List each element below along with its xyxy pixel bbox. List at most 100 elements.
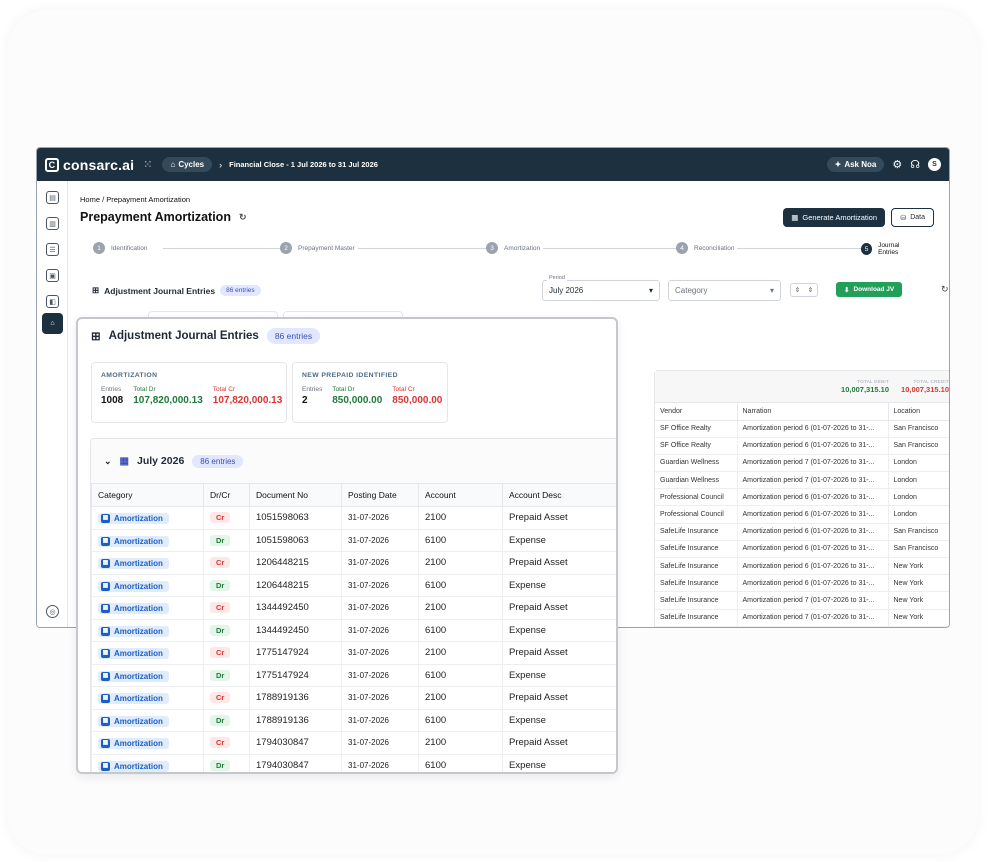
table-cell: Cr [203,686,250,710]
table-row[interactable]: Guardian Wellness Amortization period 7 (… [655,454,949,473]
column-header[interactable]: Document No [249,483,342,507]
category-select[interactable]: Category ▾ [668,280,781,301]
table-cell: Prepaid Asset [502,596,616,620]
table-cell: SafeLife Insurance [655,574,738,593]
table-cell: SafeLife Insurance [655,540,738,559]
table-cell: New York [888,557,949,576]
table-row[interactable]: SF Office Realty Amortization period 6 (0… [655,420,949,438]
table-row[interactable]: ▦ Amortization Cr 1344492450 31-07-2026 2100 P… [91,596,616,620]
logo[interactable]: C consarc.ai [45,157,134,173]
table-row[interactable]: Professional Council Amortization period … [655,505,949,524]
category-label: Amortization [114,739,163,749]
entries-value: 1008 [101,395,124,406]
table-cell: 31-07-2026 [341,528,419,552]
sidebar-document-icon[interactable]: ◧ [46,295,59,308]
table-row[interactable]: SafeLife Insurance Amortization period 6 … [655,574,949,593]
entries-badge: 86 entries [266,328,321,344]
cell-text: 31-07-2026 [348,738,389,748]
cell-text: Expense [509,624,546,636]
table-row[interactable]: ▦ Amortization Dr 1206448215 31-07-2026 6100 E… [91,573,616,597]
table-row[interactable]: SafeLife Insurance Amortization period 6 … [655,523,949,541]
cell-text: 2100 [425,512,447,524]
table-row[interactable]: SF Office Realty Amortization period 6 (0… [655,437,949,455]
step-journal-entries[interactable]: 5 Journal Entries [861,242,921,256]
total-cr-value: 107,820,000.13 [212,395,283,406]
sort-toggle[interactable]: ⇕ ⇕ [790,283,818,297]
table-row[interactable]: SafeLife Insurance Amortization period 7 … [655,609,949,627]
calendar-icon: ▦ [101,514,110,524]
breadcrumb[interactable]: Home / Prepayment Amortization [80,195,190,204]
table-cell: Professional Council [655,488,738,507]
table-row[interactable]: ▦ Amortization Dr 1788919136 31-07-2026 6100 E… [91,708,616,732]
data-button[interactable]: ⛁ Data [891,208,934,227]
table-row[interactable]: ▦ Amortization Dr 1775147924 31-07-2026 6100 E… [91,663,616,687]
sidebar-tasks-icon[interactable]: ☰ [46,243,59,256]
table-row[interactable]: ▦ Amortization Dr 1051598063 31-07-2026 6100 E… [91,528,616,552]
sidebar-chart-icon[interactable]: ▥ [46,217,59,230]
table-row[interactable]: Professional Council Amortization period … [655,488,949,507]
chevron-down-icon[interactable]: ⌄ [104,456,112,467]
category-tag: ▦ Amortization [98,535,169,547]
cycle-crumb[interactable]: Financial Close - 1 Jul 2026 to 31 Jul 2… [229,160,378,169]
refresh-icon[interactable]: ↻ [239,212,247,223]
ask-noa-button[interactable]: ✦ Ask Noa [826,157,885,172]
category-tag: ▦ Amortization [98,738,169,750]
column-header[interactable]: Dr/Cr [203,483,250,507]
table-cell: London [888,454,949,473]
entries-badge: 86 entries [192,454,244,468]
table-cell: 31-07-2026 [341,596,419,620]
generate-amortization-button[interactable]: ▦ Generate Amortization [783,208,885,227]
table-cell: Guardian Wellness [655,454,738,473]
table-cell: ▦ Amortization [91,573,204,597]
table-row[interactable]: ▦ Amortization Cr 1788919136 31-07-2026 2100 P… [91,686,616,710]
chevron-right-icon: › [219,159,223,170]
step-identification[interactable]: 1 Identification [93,242,151,254]
cell-text: 1051598063 [256,534,309,546]
table-cell: San Francisco [888,420,949,438]
gear-icon[interactable]: ⚙ [892,158,902,171]
table-cell: 2100 [418,551,503,575]
period-select[interactable]: Period July 2026 ▾ [542,275,660,301]
category-label: Amortization [114,559,163,569]
table-row[interactable]: SafeLife Insurance Amortization period 6 … [655,540,949,559]
sidebar-dashboard-icon[interactable]: ▤ [46,191,59,204]
cycles-button[interactable]: ⌂ Cycles [162,157,213,172]
table-cell: Cr [203,596,250,620]
cell-text: 1794030847 [256,759,309,771]
step-amortization[interactable]: 3 Amortization [486,242,544,254]
headset-icon[interactable]: ☊ [910,158,920,171]
download-jv-button[interactable]: ⬇ Download JV [836,282,903,297]
table-row[interactable]: ▦ Amortization Cr 1775147924 31-07-2026 2100 P… [91,641,616,665]
table-row[interactable]: ▦ Amortization Dr 1344492450 31-07-2026 6100 E… [91,618,616,642]
sidebar-inbox-icon[interactable]: ▣ [46,269,59,282]
sidebar-settings-icon[interactable]: ◎ [46,605,59,618]
table-cell: ▦ Amortization [91,528,204,552]
table-cell: Dr [203,528,250,552]
table-cell: Expense [502,708,616,732]
refresh-icon[interactable]: ↻ [941,284,949,295]
step-reconciliation[interactable]: 4 Reconciliation [676,242,738,254]
column-header[interactable]: Posting Date [341,483,419,507]
table-row[interactable]: ▦ Amortization Cr 1051598063 31-07-2026 2100 P… [91,506,616,530]
column-header[interactable]: Location [888,403,949,421]
category-label: Amortization [114,694,163,704]
apps-grid-icon[interactable]: ⁙ [143,158,152,171]
table-cell: Amortization period 6 (01-07-2026 to 31-… [737,574,889,593]
column-header[interactable]: Narration [737,403,889,421]
column-header[interactable]: Category [91,483,204,507]
sidebar-cycles-icon[interactable]: ⌂ [42,313,63,334]
calendar-icon: ▦ [101,761,110,771]
table-cell: 1206448215 [249,573,342,597]
column-header[interactable]: Account Desc [502,483,616,507]
step-prepayment-master[interactable]: 2 Prepayment Master [280,242,358,254]
table-row[interactable]: ▦ Amortization Cr 1794030847 31-07-2026 2100 P… [91,731,616,755]
table-row[interactable]: SafeLife Insurance Amortization period 6 … [655,557,949,576]
column-header[interactable]: Vendor [655,403,738,421]
table-row[interactable]: Guardian Wellness Amortization period 7 (… [655,471,949,490]
avatar[interactable]: S [928,158,941,171]
table-row[interactable]: SafeLife Insurance Amortization period 7 … [655,591,949,610]
group-header[interactable]: ⌄ ▦ July 2026 86 entries [91,439,616,483]
column-header[interactable]: Account [418,483,503,507]
table-row[interactable]: ▦ Amortization Dr 1794030847 31-07-2026 6100 E… [91,753,616,772]
table-row[interactable]: ▦ Amortization Cr 1206448215 31-07-2026 2100 P… [91,551,616,575]
